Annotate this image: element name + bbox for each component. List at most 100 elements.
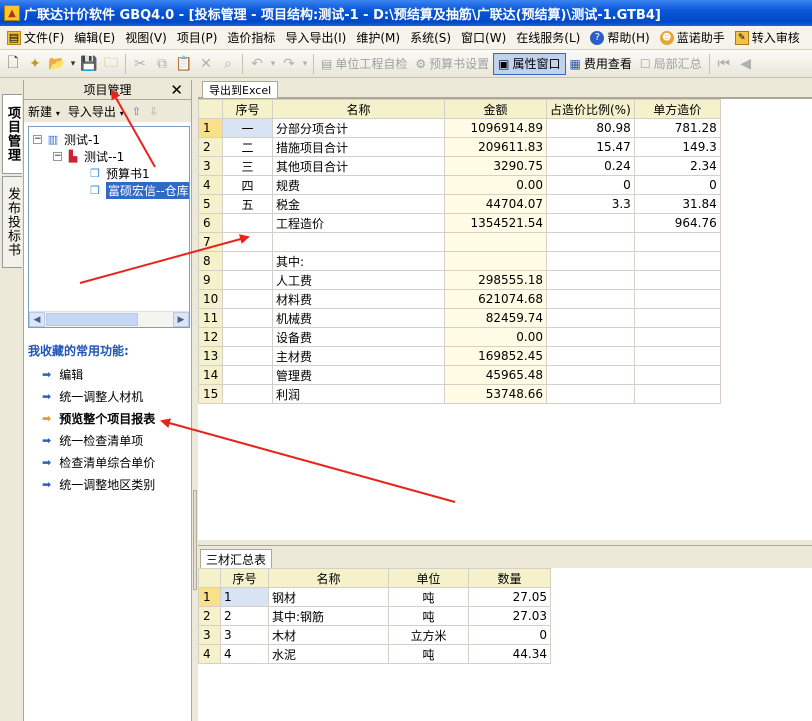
row-number[interactable]: 3 [198, 156, 223, 176]
new-project-icon[interactable]: ✦ [24, 53, 46, 75]
amount-cell[interactable] [444, 251, 547, 271]
seq-cell[interactable] [222, 213, 273, 233]
unit-cost-cell[interactable]: 0 [633, 175, 721, 195]
tree-node-warehouse[interactable]: ❒ 富硕宏信--仓库 [87, 181, 189, 199]
import-export-dropdown-button[interactable]: 导入导出 ▾ [68, 103, 124, 120]
unit-cost-cell[interactable] [633, 251, 721, 271]
menu-assistant[interactable]: ☻ 蓝诺助手 [655, 27, 730, 49]
seq-cell[interactable]: 2 [220, 606, 269, 626]
row-number[interactable]: 7 [198, 232, 223, 252]
unit-cost-cell[interactable] [633, 384, 721, 404]
paste-icon[interactable]: 📋 [173, 53, 195, 75]
row-number[interactable]: 2 [198, 606, 221, 626]
name-cell[interactable]: 设备费 [272, 327, 445, 347]
ratio-cell[interactable]: 15.47 [546, 137, 635, 157]
ratio-cell[interactable] [546, 251, 635, 271]
amount-cell[interactable]: 82459.74 [444, 308, 547, 328]
new-file-icon[interactable]: 🗋 [2, 53, 24, 75]
tree-node-budget[interactable]: ❒ 预算书1 [87, 165, 150, 181]
table-row[interactable]: 6 工程造价 1354521.54 964.76 [198, 213, 721, 233]
dropdown-arrow-icon[interactable]: ▾ [68, 53, 78, 75]
name-cell[interactable]: 木材 [268, 625, 389, 645]
find-icon[interactable]: ⌕ [217, 53, 239, 75]
seq-cell[interactable]: 4 [220, 644, 269, 664]
row-number[interactable]: 10 [198, 289, 223, 309]
move-down-icon[interactable]: ⇩ [149, 105, 158, 118]
collapse-toggle-icon[interactable]: − [33, 134, 42, 144]
row-number[interactable]: 13 [198, 346, 223, 366]
table-row[interactable]: 1 一分部分项合计 1096914.89 80.98 781.28 [198, 118, 721, 138]
splitter-grip[interactable] [193, 490, 197, 590]
open-folder-icon[interactable]: 📂 [46, 53, 68, 75]
seq-cell[interactable]: 二 [222, 137, 273, 157]
name-cell[interactable] [272, 232, 445, 252]
menu-window[interactable]: 窗口(W) [456, 27, 511, 49]
amount-cell[interactable]: 209611.83 [444, 137, 547, 157]
table-row[interactable]: 10 材料费 621074.68 [198, 289, 721, 309]
row-number[interactable]: 15 [198, 384, 223, 404]
unit-cost-cell[interactable] [633, 270, 721, 290]
name-cell[interactable]: 利润 [272, 384, 445, 404]
table-row[interactable]: 3 3 木材 立方米 0 [198, 625, 551, 645]
budget-settings-button[interactable]: ⚙ 预算书设置 [411, 53, 493, 75]
row-number[interactable]: 14 [198, 365, 223, 385]
ratio-cell[interactable] [546, 213, 635, 233]
name-cell[interactable]: 措施项目合计 [272, 137, 445, 157]
seq-cell[interactable] [222, 308, 273, 328]
unit-cost-cell[interactable] [633, 365, 721, 385]
undo-dropdown-icon[interactable]: ▾ [268, 53, 278, 75]
prev-page-icon[interactable]: ◀ [735, 53, 757, 75]
view-fees-button[interactable]: ▦ 费用查看 [566, 53, 636, 75]
amount-cell[interactable]: 45965.48 [444, 365, 547, 385]
table-row[interactable]: 14 管理费 45965.48 [198, 365, 721, 385]
seq-cell[interactable]: 3 [220, 625, 269, 645]
name-cell[interactable]: 机械费 [272, 308, 445, 328]
table-row[interactable]: 2 2 其中:钢筋吨 27.03 [198, 606, 551, 626]
ratio-cell[interactable]: 80.98 [546, 118, 635, 138]
name-cell[interactable]: 其中: [272, 251, 445, 271]
column-header-seq[interactable]: 序号 [222, 99, 273, 119]
favorite-check-unit-price[interactable]: ➡ 检查清单综合单价 [42, 453, 155, 471]
move-up-icon[interactable]: ⇧ [132, 105, 141, 118]
tree-node-unit[interactable]: − ▙ 测试--1 [53, 148, 124, 164]
menu-file[interactable]: ▤ 文件(F) [2, 27, 69, 49]
name-cell[interactable]: 主材费 [272, 346, 445, 366]
name-cell[interactable]: 材料费 [272, 289, 445, 309]
row-number[interactable]: 12 [198, 327, 223, 347]
favorite-check-items[interactable]: ➡ 统一检查清单项 [42, 431, 143, 449]
table-row[interactable]: 1 1 钢材吨 27.05 [198, 587, 551, 607]
ratio-cell[interactable]: 0 [546, 175, 635, 195]
column-header-quantity[interactable]: 数量 [468, 568, 551, 588]
table-row[interactable]: 12 设备费 0.00 [198, 327, 721, 347]
table-row[interactable]: 15 利润 53748.66 [198, 384, 721, 404]
row-number[interactable]: 4 [198, 175, 223, 195]
partial-summary-button[interactable]: ☐ 局部汇总 [636, 53, 706, 75]
amount-cell[interactable]: 0.00 [444, 175, 547, 195]
properties-window-button[interactable]: ▣ 属性窗口 [493, 52, 566, 75]
column-header-name[interactable]: 名称 [272, 99, 445, 119]
row-number[interactable]: 8 [198, 251, 223, 271]
unit-cell[interactable]: 吨 [388, 644, 469, 664]
table-row[interactable]: 5 五税金 44704.07 3.3 31.84 [198, 194, 721, 214]
name-cell[interactable]: 钢材 [268, 587, 389, 607]
unit-cost-cell[interactable] [633, 346, 721, 366]
unit-cost-cell[interactable] [633, 232, 721, 252]
name-cell[interactable]: 其中:钢筋 [268, 606, 389, 626]
scroll-right-icon[interactable]: ▶ [173, 312, 189, 327]
menu-review[interactable]: ✎ 转入审核 [730, 27, 805, 49]
table-row[interactable]: 4 四规费 0.00 0 0 [198, 175, 721, 195]
redo-icon[interactable]: ↷ [278, 53, 300, 75]
name-cell[interactable]: 其他项目合计 [272, 156, 445, 176]
row-number[interactable]: 4 [198, 644, 221, 664]
menu-online-service[interactable]: 在线服务(L) [511, 27, 585, 49]
copy-icon[interactable]: ⧉ [151, 53, 173, 75]
first-page-icon[interactable]: ⏮ [713, 53, 735, 75]
save-icon[interactable]: 💾 [78, 53, 100, 75]
unit-cell[interactable]: 吨 [388, 606, 469, 626]
collapse-toggle-icon[interactable]: − [53, 151, 62, 161]
row-number[interactable]: 1 [198, 118, 223, 138]
seq-cell[interactable] [222, 270, 273, 290]
tree-node-root[interactable]: − ▥ 测试-1 [33, 131, 100, 147]
column-header-seq[interactable]: 序号 [220, 568, 269, 588]
seq-cell[interactable] [222, 289, 273, 309]
